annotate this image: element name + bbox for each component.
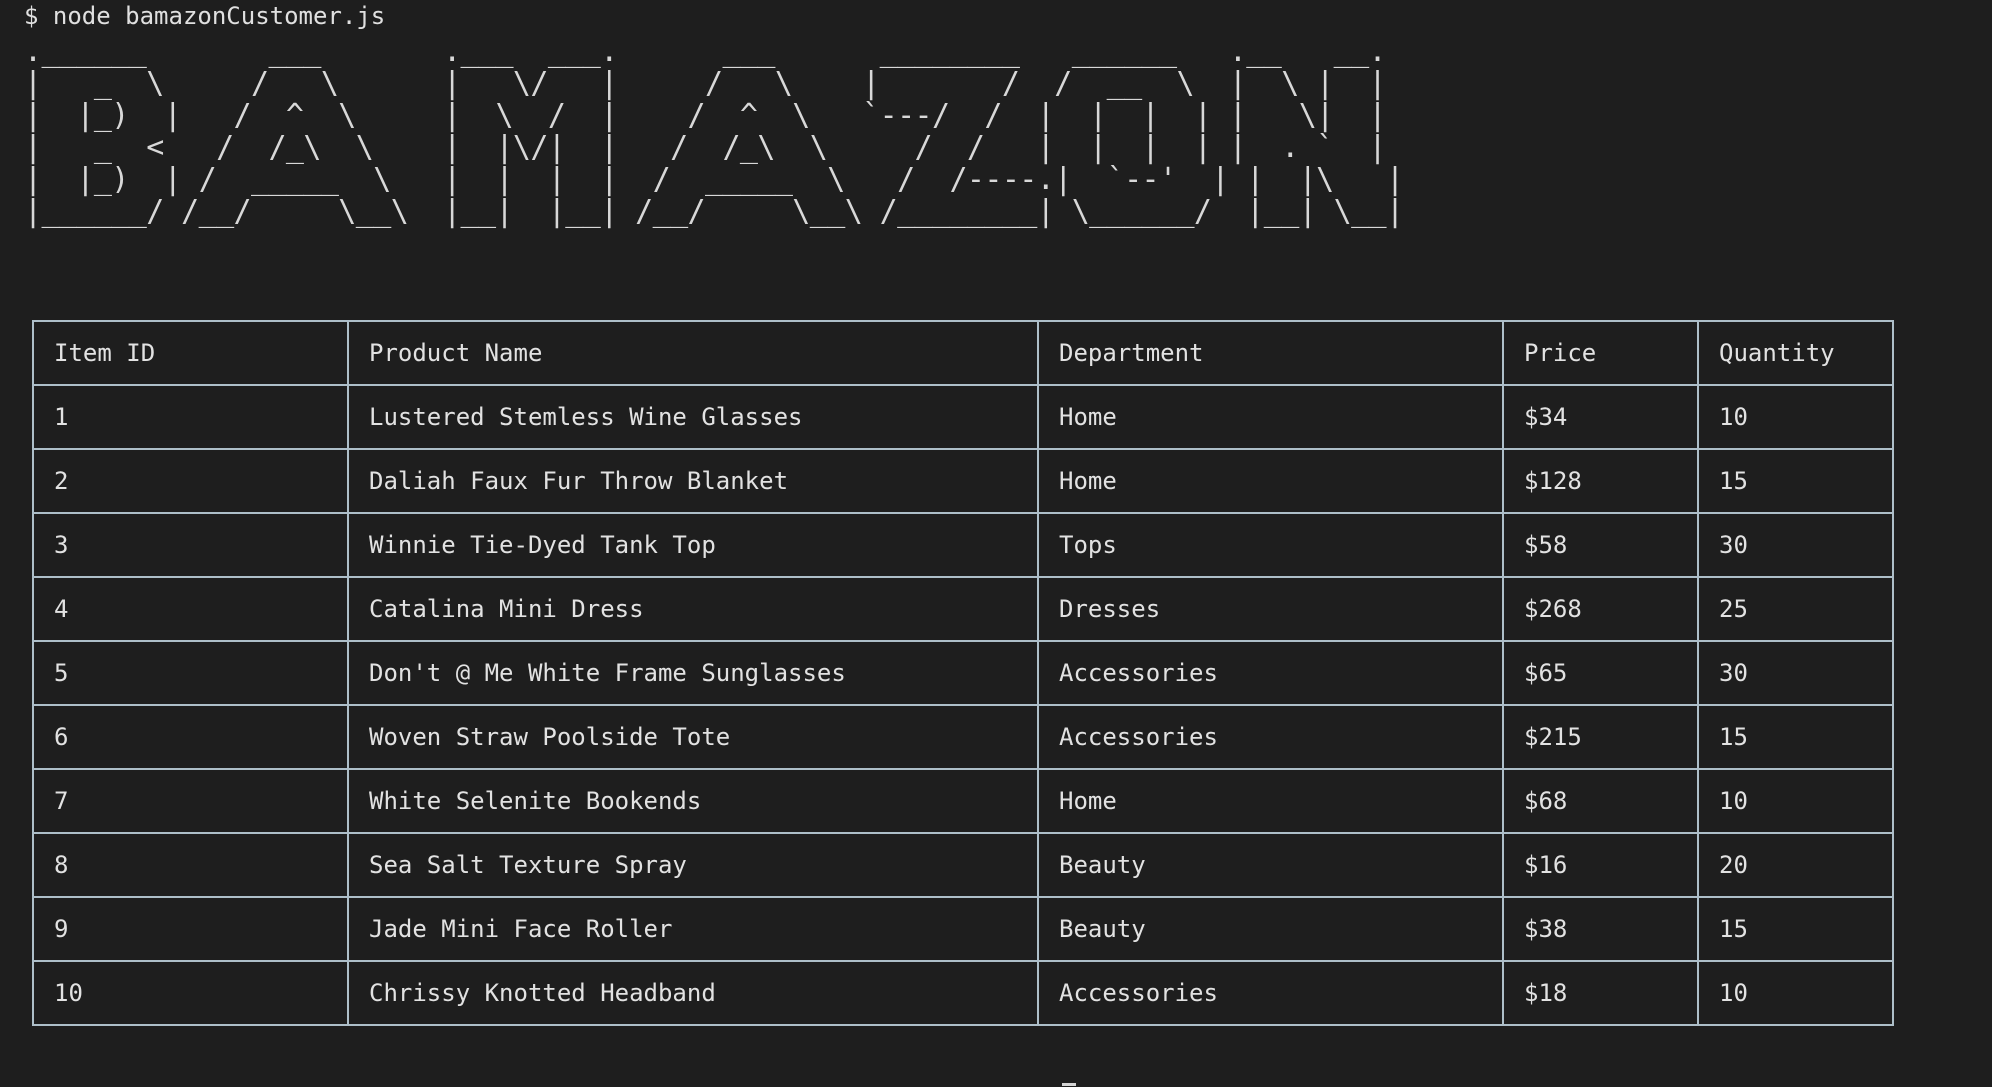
cell-price: $65	[1502, 640, 1699, 706]
cell-price: $128	[1502, 448, 1699, 514]
cell-product-name: Winnie Tie-Dyed Tank Top	[347, 512, 1039, 578]
terminal-window[interactable]: $ node bamazonCustomer.js .______ ___ ._…	[24, 0, 1974, 1087]
cell-department: Accessories	[1037, 640, 1504, 706]
table-row: 10 Chrissy Knotted Headband Accessories $18…	[32, 960, 1894, 1026]
header-price: Price	[1502, 320, 1699, 386]
cell-price: $268	[1502, 576, 1699, 642]
cell-quantity: 15	[1697, 448, 1894, 514]
cell-quantity: 30	[1697, 512, 1894, 578]
cell-quantity: 10	[1697, 960, 1894, 1026]
terminal-cursor	[1062, 1083, 1076, 1086]
cell-price: $68	[1502, 768, 1699, 834]
bamazon-ascii-banner: .______ ___ .___ ___. ___ ________ _____…	[24, 34, 1404, 229]
cell-item-id: 9	[32, 896, 349, 962]
products-table-container: Item ID Product Name Department Price Qu…	[32, 320, 1894, 1026]
table-row: 3 Winnie Tie-Dyed Tank Top Tops $58 30	[32, 512, 1894, 578]
cell-quantity: 15	[1697, 704, 1894, 770]
header-product-name: Product Name	[347, 320, 1039, 386]
cell-department: Home	[1037, 768, 1504, 834]
table-row: 4 Catalina Mini Dress Dresses $268 25	[32, 576, 1894, 642]
cell-price: $215	[1502, 704, 1699, 770]
cell-quantity: 10	[1697, 384, 1894, 450]
cell-department: Home	[1037, 384, 1504, 450]
cell-price: $34	[1502, 384, 1699, 450]
cell-item-id: 2	[32, 448, 349, 514]
cell-department: Dresses	[1037, 576, 1504, 642]
cell-quantity: 15	[1697, 896, 1894, 962]
table-row: 1 Lustered Stemless Wine Glasses Home $34 10	[32, 384, 1894, 450]
prompt-symbol: $	[24, 2, 39, 30]
cell-product-name: White Selenite Bookends	[347, 768, 1039, 834]
cell-department: Tops	[1037, 512, 1504, 578]
cell-item-id: 10	[32, 960, 349, 1026]
cell-product-name: Chrissy Knotted Headband	[347, 960, 1039, 1026]
cell-product-name: Woven Straw Poolside Tote	[347, 704, 1039, 770]
cell-item-id: 6	[32, 704, 349, 770]
cell-product-name: Lustered Stemless Wine Glasses	[347, 384, 1039, 450]
table-row: 6 Woven Straw Poolside Tote Accessories $21…	[32, 704, 1894, 770]
cell-price: $58	[1502, 512, 1699, 578]
cell-quantity: 25	[1697, 576, 1894, 642]
header-department: Department	[1037, 320, 1504, 386]
cell-item-id: 4	[32, 576, 349, 642]
cell-product-name: Don't @ Me White Frame Sunglasses	[347, 640, 1039, 706]
command-text: node bamazonCustomer.js	[52, 2, 386, 30]
cell-department: Beauty	[1037, 832, 1504, 898]
cell-price: $38	[1502, 896, 1699, 962]
header-item-id: Item ID	[32, 320, 349, 386]
cell-item-id: 5	[32, 640, 349, 706]
table-row: 8 Sea Salt Texture Spray Beauty $16 20	[32, 832, 1894, 898]
table-header-row: Item ID Product Name Department Price Qu…	[32, 320, 1894, 386]
cell-department: Beauty	[1037, 896, 1504, 962]
cell-item-id: 7	[32, 768, 349, 834]
cell-department: Accessories	[1037, 960, 1504, 1026]
cell-item-id: 8	[32, 832, 349, 898]
cell-price: $16	[1502, 832, 1699, 898]
cell-department: Accessories	[1037, 704, 1504, 770]
header-quantity: Quantity	[1697, 320, 1894, 386]
cell-item-id: 3	[32, 512, 349, 578]
cell-product-name: Jade Mini Face Roller	[347, 896, 1039, 962]
table-row: 9 Jade Mini Face Roller Beauty $38 15	[32, 896, 1894, 962]
cell-quantity: 30	[1697, 640, 1894, 706]
table-row: 7 White Selenite Bookends Home $68 10	[32, 768, 1894, 834]
cell-product-name: Catalina Mini Dress	[347, 576, 1039, 642]
products-table: Item ID Product Name Department Price Qu…	[32, 320, 1894, 1026]
cell-quantity: 20	[1697, 832, 1894, 898]
cell-department: Home	[1037, 448, 1504, 514]
cell-quantity: 10	[1697, 768, 1894, 834]
cell-product-name: Daliah Faux Fur Throw Blanket	[347, 448, 1039, 514]
command-prompt: $ node bamazonCustomer.js	[24, 2, 385, 30]
table-row: 5 Don't @ Me White Frame Sunglasses Access…	[32, 640, 1894, 706]
table-row: 2 Daliah Faux Fur Throw Blanket Home $128 15	[32, 448, 1894, 514]
cell-item-id: 1	[32, 384, 349, 450]
cell-product-name: Sea Salt Texture Spray	[347, 832, 1039, 898]
cell-price: $18	[1502, 960, 1699, 1026]
